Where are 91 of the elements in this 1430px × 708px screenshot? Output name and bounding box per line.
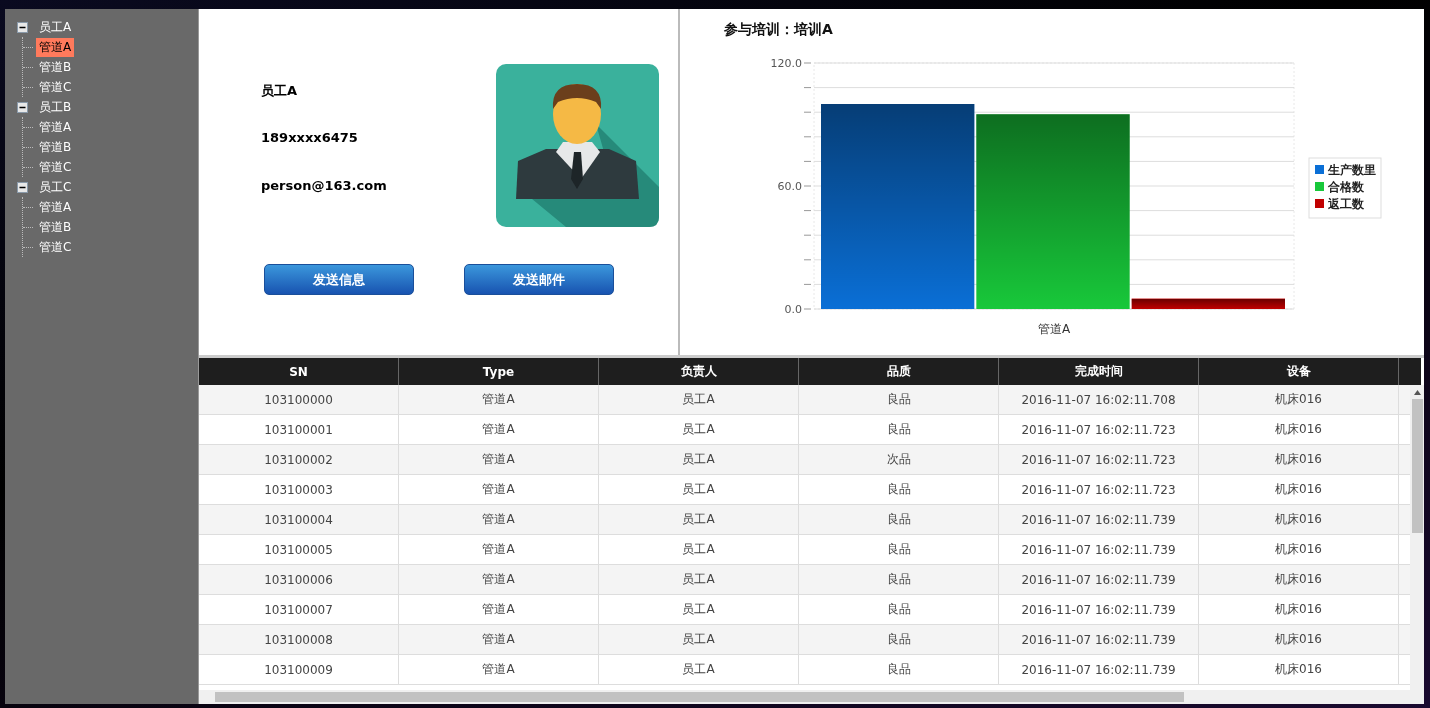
table-cell: 良品 [799, 475, 999, 504]
legend-label: 合格数 [1328, 180, 1364, 194]
table-cell: 103100000 [199, 385, 399, 414]
table-cell: 103100002 [199, 445, 399, 474]
table-cell: 良品 [799, 535, 999, 564]
table-cell: 员工A [599, 625, 799, 654]
table-cell: 103100003 [199, 475, 399, 504]
table-cell: 2016-11-07 16:02:11.739 [999, 505, 1199, 534]
table-cell: 2016-11-07 16:02:11.723 [999, 445, 1199, 474]
table-cell: 机床016 [1199, 595, 1399, 624]
table-cell: 机床016 [1199, 385, 1399, 414]
table-cell: 2016-11-07 16:02:11.739 [999, 595, 1199, 624]
tree-item[interactable]: 管道C [36, 237, 75, 257]
table-cell: 管道A [399, 565, 599, 594]
table-cell: 103100006 [199, 565, 399, 594]
table-cell: 机床016 [1199, 475, 1399, 504]
table-cell: 2016-11-07 16:02:11.723 [999, 475, 1199, 504]
table-cell: 2016-11-07 16:02:11.739 [999, 565, 1199, 594]
phone-number: 189xxxx6475 [261, 130, 359, 147]
table-cell: 103100009 [199, 655, 399, 684]
table-cell: 机床016 [1199, 625, 1399, 654]
legend-label: 生产数里 [1328, 163, 1376, 177]
collapse-icon[interactable] [17, 101, 28, 113]
vertical-scrollbar[interactable] [1410, 385, 1424, 690]
table-cell: 良品 [799, 625, 999, 654]
table-cell: 管道A [399, 595, 599, 624]
tree-item[interactable]: 管道B [36, 217, 75, 237]
table-cell: 管道A [399, 535, 599, 564]
tree-item[interactable]: 管道A [36, 197, 75, 217]
table-cell: 员工A [599, 445, 799, 474]
horizontal-scrollbar[interactable] [199, 690, 1424, 704]
table-cell: 良品 [799, 505, 999, 534]
table-cell: 员工A [599, 655, 799, 684]
email-address: person@163.com [261, 178, 388, 195]
tree-item[interactable]: 管道C [36, 157, 75, 177]
table-cell: 2016-11-07 16:02:11.708 [999, 385, 1199, 414]
scroll-up-arrow-icon[interactable] [1413, 390, 1421, 395]
table-cell: 良品 [799, 565, 999, 594]
tree-item[interactable]: 管道A [36, 37, 75, 57]
table-cell: 管道A [399, 385, 599, 414]
axis-label: 管道A [1037, 322, 1071, 336]
send-button[interactable]: 发送信息 [264, 264, 414, 295]
table-cell: 管道A [399, 475, 599, 504]
table-cell: 管道A [399, 445, 599, 474]
table-cell: 机床016 [1199, 445, 1399, 474]
table-cell: 次品 [799, 445, 999, 474]
employee-name: 员工A [261, 82, 299, 100]
table-cell: 管道A [399, 655, 599, 684]
tree-item[interactable]: 管道A [36, 117, 75, 137]
table-cell: 103100007 [199, 595, 399, 624]
table-cell: 良品 [799, 655, 999, 684]
table-cell: 机床016 [1199, 565, 1399, 594]
table-cell: 103100008 [199, 625, 399, 654]
table-cell: 103100001 [199, 415, 399, 444]
table-cell: 机床016 [1199, 505, 1399, 534]
table-cell: 2016-11-07 16:02:11.739 [999, 625, 1199, 654]
table-cell: 员工A [599, 475, 799, 504]
table-cell: 员工A [599, 505, 799, 534]
legend-label: 返工数 [1328, 197, 1364, 211]
collapse-icon[interactable] [17, 21, 28, 33]
table-cell: 良品 [799, 595, 999, 624]
table-cell: 员工A [599, 415, 799, 444]
tree-item[interactable]: 管道C [36, 77, 75, 97]
tree-item[interactable]: 管道B [36, 137, 75, 157]
table-cell: 员工A [599, 565, 799, 594]
table-cell: 管道A [399, 415, 599, 444]
table-cell: 良品 [799, 415, 999, 444]
collapse-icon[interactable] [17, 181, 28, 193]
axis-label: 120.0 [770, 57, 802, 70]
table-cell: 2016-11-07 16:02:11.739 [999, 535, 1199, 564]
tree-item[interactable]: 管道B [36, 57, 75, 77]
table-cell: 机床016 [1199, 415, 1399, 444]
tree-node[interactable]: 员工A [36, 17, 75, 37]
table-cell: 2016-11-07 16:02:11.739 [999, 655, 1199, 684]
table-cell: 机床016 [1199, 535, 1399, 564]
table-cell: 103100004 [199, 505, 399, 534]
table-cell: 员工A [599, 535, 799, 564]
axis-label: 60.0 [777, 180, 802, 193]
table-cell: 管道A [399, 505, 599, 534]
table-cell: 2016-11-07 16:02:11.723 [999, 415, 1199, 444]
table-cell: 员工A [599, 385, 799, 414]
table-cell: 良品 [799, 385, 999, 414]
tree-node[interactable]: 员工C [36, 177, 75, 197]
chart-title: 参与培训：培训A [724, 21, 834, 39]
table-cell: 管道A [399, 625, 599, 654]
table-cell: 机床016 [1199, 655, 1399, 684]
send-button[interactable]: 发送邮件 [464, 264, 614, 295]
table-cell: 员工A [599, 595, 799, 624]
tree-node[interactable]: 员工B [36, 97, 75, 117]
axis-label: 0.0 [784, 303, 802, 316]
table-cell: 103100005 [199, 535, 399, 564]
